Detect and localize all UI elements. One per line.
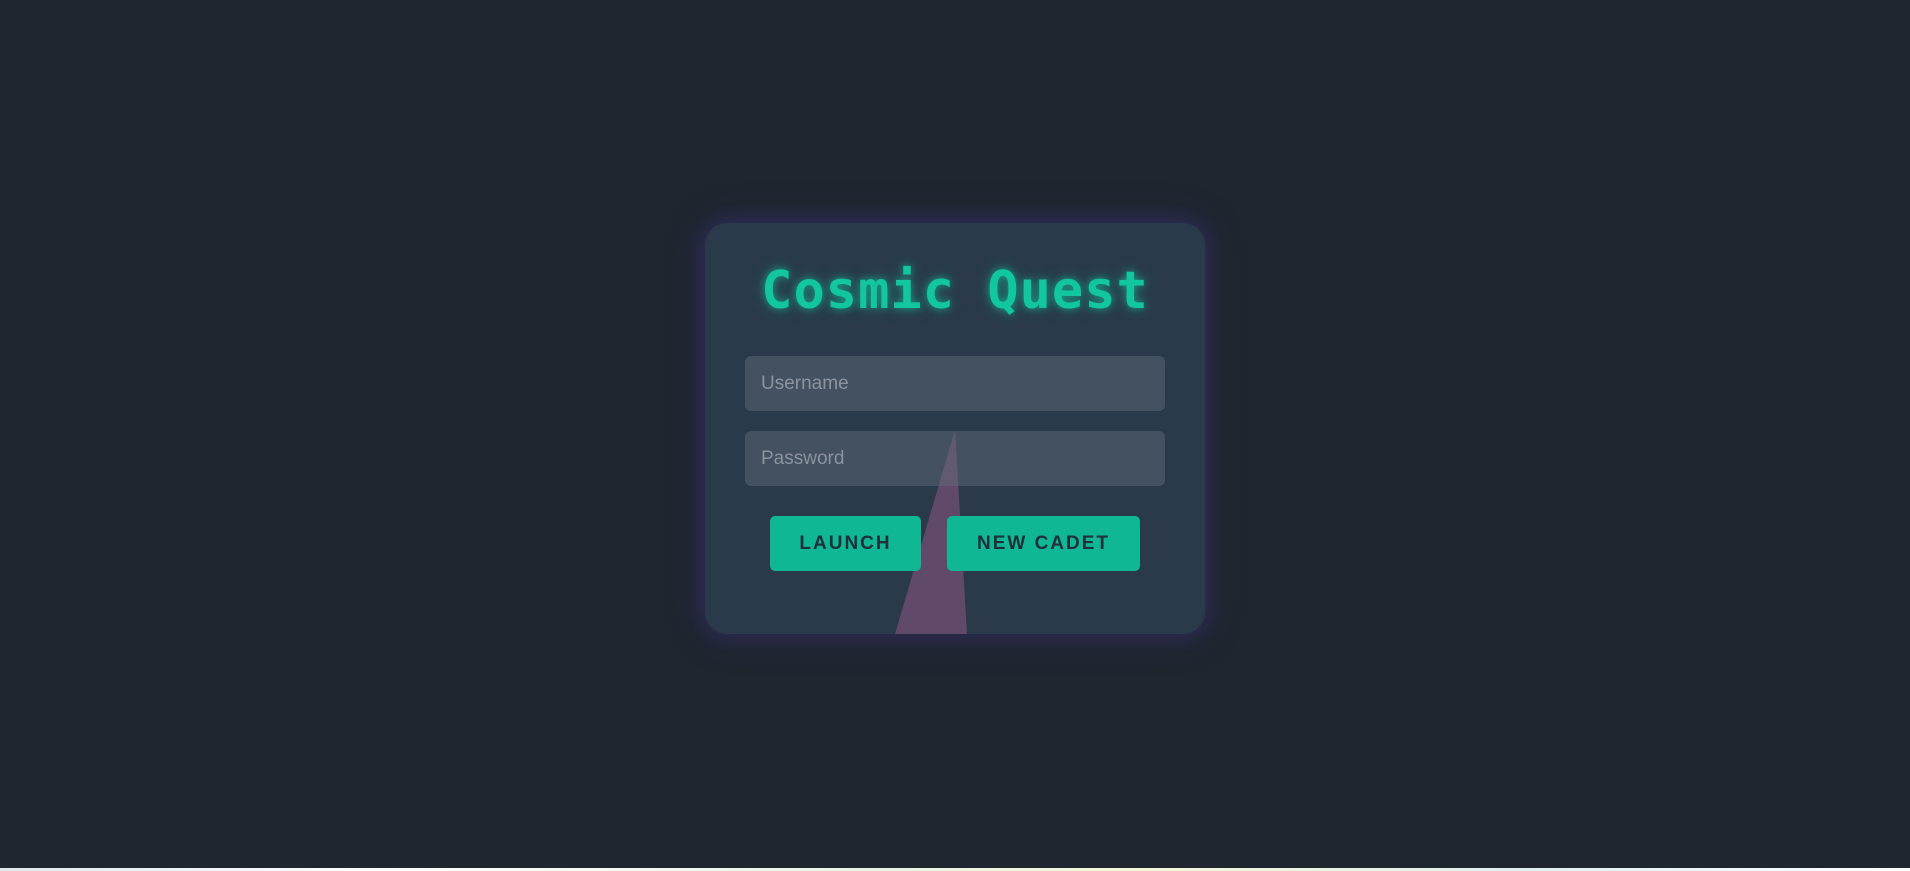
login-card: Cosmic Quest LAUNCH NEW CADET <box>705 223 1205 634</box>
username-input[interactable] <box>745 356 1165 411</box>
app-title: Cosmic Quest <box>761 261 1149 321</box>
page: Cosmic Quest LAUNCH NEW CADET <box>0 0 1910 871</box>
new-cadet-button[interactable]: NEW CADET <box>947 516 1140 571</box>
launch-button[interactable]: LAUNCH <box>770 516 921 571</box>
password-input[interactable] <box>745 431 1165 486</box>
